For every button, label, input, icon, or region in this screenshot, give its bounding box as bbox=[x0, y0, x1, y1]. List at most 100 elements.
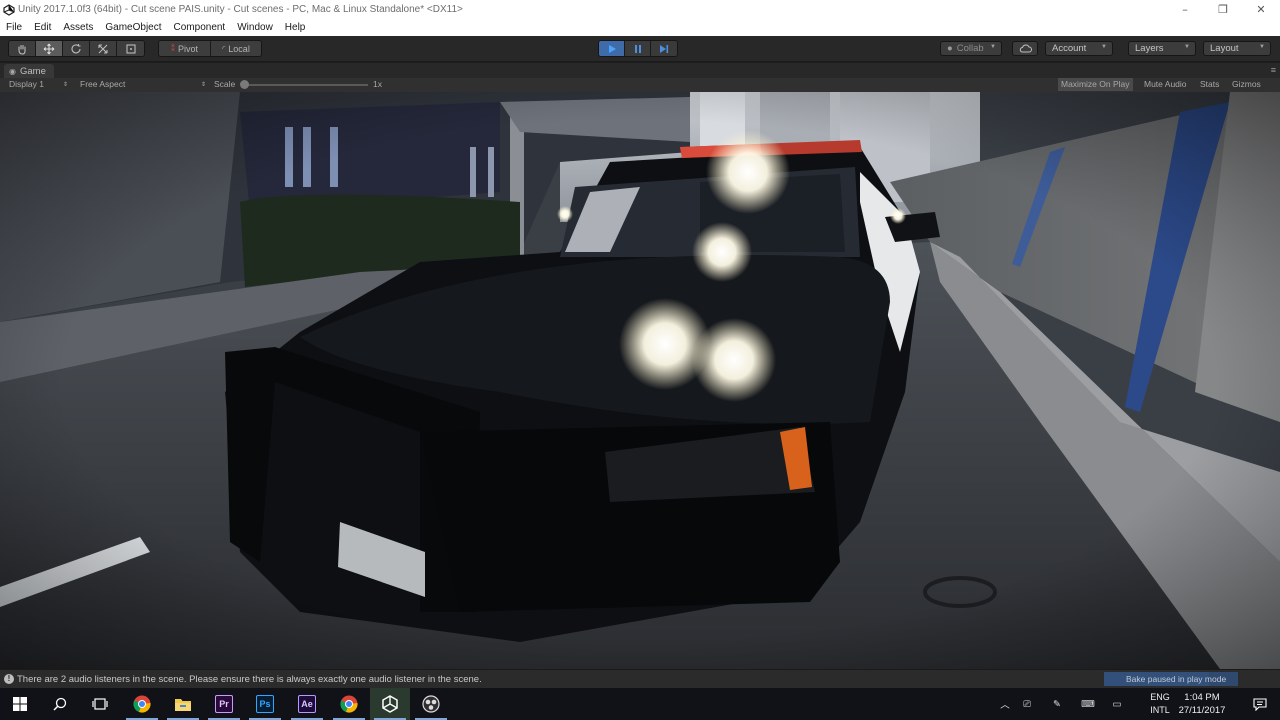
game-viewport[interactable] bbox=[0, 92, 1280, 669]
scale-slider[interactable] bbox=[246, 84, 368, 86]
gizmos-dropdown[interactable]: Gizmos bbox=[1232, 79, 1261, 89]
local-label: Local bbox=[228, 43, 250, 54]
display-dropdown[interactable]: Display 1 bbox=[9, 79, 44, 89]
rect-tool-button[interactable] bbox=[117, 41, 144, 56]
minimize-button[interactable]: – bbox=[1166, 0, 1204, 19]
console-status-bar[interactable]: ! There are 2 audio listeners in the sce… bbox=[0, 669, 1280, 688]
menu-file[interactable]: File bbox=[0, 22, 28, 33]
pause-button[interactable] bbox=[625, 41, 651, 56]
taskbar-unity[interactable] bbox=[370, 688, 410, 720]
display-icon[interactable]: ▭ bbox=[1104, 699, 1130, 710]
taskbar-premiere[interactable]: Pr bbox=[204, 688, 244, 720]
tab-game-label: Game bbox=[19, 65, 46, 77]
rotate-icon bbox=[71, 43, 81, 53]
layout-label: Layout bbox=[1210, 43, 1239, 54]
keyboard-icon[interactable]: ⌨ bbox=[1072, 699, 1104, 710]
network-icon[interactable]: ⎚ bbox=[1012, 699, 1042, 710]
menu-component[interactable]: Component bbox=[168, 22, 232, 33]
clock[interactable]: 1:04 PM 27/11/2017 bbox=[1172, 691, 1232, 717]
step-button[interactable] bbox=[651, 41, 677, 56]
maximize-on-play-toggle[interactable]: Maximize On Play bbox=[1058, 78, 1133, 91]
layers-dropdown[interactable]: Layers ▼ bbox=[1128, 41, 1196, 56]
pause-icon bbox=[634, 44, 641, 53]
menu-bar: File Edit Assets GameObject Component Wi… bbox=[0, 19, 1280, 36]
account-label: Account bbox=[1052, 43, 1087, 54]
clock-time: 1:04 PM bbox=[1184, 692, 1220, 703]
tab-game[interactable]: ◉ Game bbox=[4, 64, 54, 78]
search-icon bbox=[53, 697, 67, 711]
pivot-toggle-group: ⁑ Pivot ◜ Local bbox=[158, 40, 262, 57]
rotate-tool-button[interactable] bbox=[63, 41, 90, 56]
step-icon bbox=[660, 44, 669, 53]
hand-icon bbox=[18, 44, 26, 55]
language-code: ENG bbox=[1150, 692, 1170, 702]
rect-icon bbox=[125, 43, 136, 54]
notification-icon bbox=[1253, 697, 1267, 711]
play-button[interactable] bbox=[599, 41, 625, 56]
game-controller-icon: ◉ bbox=[9, 66, 16, 76]
hand-tool-button[interactable] bbox=[9, 41, 36, 56]
maximize-button[interactable]: ❐ bbox=[1204, 0, 1242, 19]
layout-dropdown[interactable]: Layout ▼ bbox=[1203, 41, 1271, 56]
close-button[interactable]: ✕ bbox=[1242, 0, 1280, 19]
scale-slider-knob[interactable] bbox=[240, 80, 249, 89]
pivot-button[interactable]: ⁑ Pivot bbox=[159, 41, 211, 56]
tab-menu-icon[interactable]: ≡ bbox=[1271, 65, 1276, 75]
move-tool-button[interactable] bbox=[36, 41, 63, 56]
window-title: Unity 2017.1.0f3 (64bit) - Cut scene PAI… bbox=[18, 4, 463, 15]
menu-gameobject[interactable]: GameObject bbox=[99, 22, 167, 33]
menu-edit[interactable]: Edit bbox=[28, 22, 57, 33]
layers-label: Layers bbox=[1135, 43, 1164, 54]
main-toolbar: ⁑ Pivot ◜ Local ● Collab ▼ Account ▼ Lay… bbox=[0, 36, 1280, 62]
transform-tools bbox=[8, 40, 145, 57]
task-view-button[interactable] bbox=[80, 688, 120, 720]
move-icon bbox=[43, 43, 55, 54]
scale-label: Scale bbox=[214, 79, 236, 89]
stats-toggle[interactable]: Stats bbox=[1200, 79, 1219, 89]
bake-progress: Bake paused in play mode bbox=[1104, 672, 1238, 686]
file-explorer-icon bbox=[175, 699, 191, 711]
windows-start-icon bbox=[13, 697, 27, 711]
after-effects-icon: Ae bbox=[298, 695, 316, 713]
windows-taskbar: Pr Ps Ae ︿ ⎚ ✎ ⌨ ▭ ENG INTL 1:04 PM 27/1… bbox=[0, 688, 1280, 720]
taskbar-chrome-2[interactable] bbox=[329, 688, 369, 720]
search-button[interactable] bbox=[40, 688, 80, 720]
scale-tool-button[interactable] bbox=[90, 41, 117, 56]
mute-audio-toggle[interactable]: Mute Audio bbox=[1144, 79, 1187, 89]
taskbar-after-effects[interactable]: Ae bbox=[287, 688, 327, 720]
pivot-label: Pivot bbox=[177, 43, 198, 54]
obs-icon bbox=[422, 695, 440, 713]
bake-status-text: Bake paused in play mode bbox=[1126, 674, 1227, 684]
pen-icon[interactable]: ✎ bbox=[1042, 699, 1072, 710]
game-view-toolbar: Display 1 ⇕ Free Aspect ⇕ Scale 1x Maxim… bbox=[0, 78, 1280, 92]
menu-window[interactable]: Window bbox=[231, 22, 279, 33]
menu-assets[interactable]: Assets bbox=[57, 22, 99, 33]
chevron-down-icon: ▼ bbox=[1101, 44, 1107, 50]
input-language[interactable]: ENG INTL bbox=[1148, 691, 1172, 717]
scale-icon bbox=[98, 43, 108, 54]
chrome-icon bbox=[133, 695, 151, 713]
game-scene-render bbox=[0, 92, 1280, 669]
taskbar-file-explorer[interactable] bbox=[163, 688, 203, 720]
account-dropdown[interactable]: Account ▼ bbox=[1045, 41, 1113, 56]
console-message[interactable]: There are 2 audio listeners in the scene… bbox=[17, 674, 482, 685]
taskbar-chrome[interactable] bbox=[122, 688, 162, 720]
local-icon: ◜ bbox=[222, 44, 226, 53]
cloud-button[interactable] bbox=[1012, 41, 1038, 56]
aspect-dropdown[interactable]: Free Aspect bbox=[80, 79, 125, 89]
display-dropdown-arrow-icon: ⇕ bbox=[63, 82, 69, 88]
start-button[interactable] bbox=[0, 688, 40, 720]
cloud-icon bbox=[1019, 44, 1032, 53]
collab-dropdown[interactable]: ● Collab ▼ bbox=[940, 41, 1002, 56]
system-tray: ︿ ⎚ ✎ ⌨ ▭ bbox=[998, 688, 1130, 720]
task-view-icon bbox=[92, 698, 108, 710]
chevron-up-icon[interactable]: ︿ bbox=[998, 697, 1012, 711]
taskbar-obs[interactable] bbox=[411, 688, 451, 720]
clock-date: 27/11/2017 bbox=[1178, 705, 1226, 716]
notifications-button[interactable] bbox=[1240, 688, 1280, 720]
taskbar-photoshop[interactable]: Ps bbox=[245, 688, 285, 720]
menu-help[interactable]: Help bbox=[279, 22, 312, 33]
chrome-icon bbox=[340, 695, 358, 713]
local-button[interactable]: ◜ Local bbox=[211, 41, 261, 56]
title-bar: Unity 2017.1.0f3 (64bit) - Cut scene PAI… bbox=[0, 0, 1280, 19]
